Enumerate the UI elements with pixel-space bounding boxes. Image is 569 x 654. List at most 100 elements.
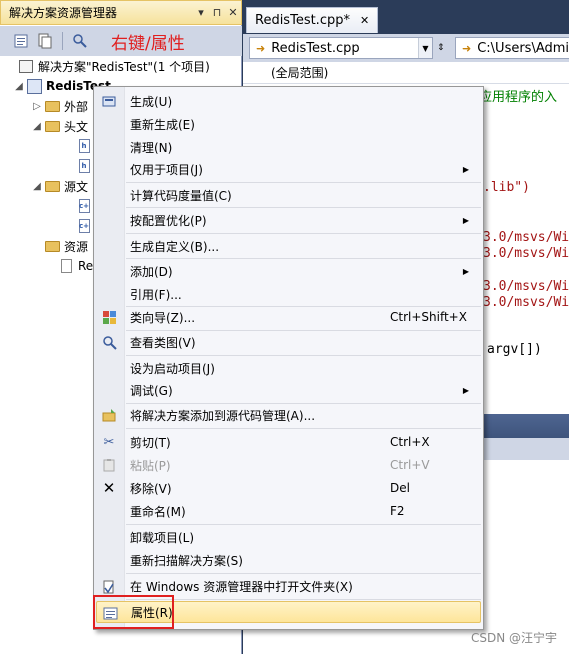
menu-item-paste[interactable]: 粘贴(P) Ctrl+V	[96, 454, 481, 476]
solution-label: 解决方案"RedisTest"(1 个项目)	[38, 59, 210, 74]
menu-item-label: 调试(G)	[130, 383, 173, 398]
menu-item-label: 仅用于项目(J)	[130, 162, 203, 177]
menu-item-add[interactable]: 添加(D) ▶	[96, 260, 481, 282]
tree-external-deps[interactable]: ▷ 外部	[30, 96, 88, 116]
scope-label: (全局范围)	[271, 66, 329, 80]
properties-toolbar-icon[interactable]	[12, 32, 30, 50]
code-line: 3.0/msvs/Win3	[483, 246, 569, 261]
tab-redistest-cpp[interactable]: RedisTest.cpp* ✕	[246, 7, 379, 33]
collapse-arrow-icon[interactable]: ▷	[30, 101, 44, 112]
menu-item-rename[interactable]: 重命名(M) F2	[96, 500, 481, 522]
menu-item-pgo[interactable]: 按配置优化(P) ▶	[96, 209, 481, 231]
class-view-icon[interactable]	[71, 32, 89, 50]
menu-separator	[126, 182, 481, 183]
source-control-icon	[101, 407, 117, 423]
tree-item-label: 头文	[64, 119, 89, 134]
editor-tab-strip: RedisTest.cpp* ✕	[243, 0, 569, 34]
menu-separator	[126, 233, 481, 234]
tree-resource-files[interactable]: 资源	[44, 236, 88, 256]
code-line: .lib")	[483, 180, 530, 195]
menu-item-build[interactable]: 生成(U)	[96, 90, 481, 112]
menu-item-unload-project[interactable]: 卸载项目(L)	[96, 526, 481, 548]
menu-item-remove[interactable]: ✕ 移除(V) Del	[96, 477, 481, 499]
menu-separator	[126, 573, 481, 574]
menu-separator	[126, 207, 481, 208]
submenu-arrow-icon: ▶	[462, 164, 469, 174]
expand-arrow-icon[interactable]: ◢	[30, 121, 44, 132]
remove-icon: ✕	[102, 479, 116, 497]
cpp-file-icon: c+	[76, 198, 92, 214]
menu-item-rescan-solution[interactable]: 重新扫描解决方案(S)	[96, 549, 481, 571]
menu-separator	[126, 599, 481, 600]
menu-item-debug[interactable]: 调试(G) ▶	[96, 379, 481, 401]
arrow-right-icon: ➜	[462, 41, 472, 55]
menu-item-label: 类向导(Z)...	[130, 310, 196, 325]
tree-source-files[interactable]: ◢ 源文	[30, 176, 88, 196]
menu-item-shortcut: Del	[390, 481, 410, 495]
chevron-down-icon[interactable]: ▼	[418, 38, 432, 58]
folder-icon	[44, 178, 60, 194]
menu-item-label: 重新生成(E)	[130, 117, 195, 132]
menu-separator	[126, 355, 481, 356]
header-file-icon: h	[76, 158, 92, 174]
tree-item-label: 源文	[64, 179, 89, 194]
solution-explorer-toolbar: 右键/属性	[0, 26, 242, 56]
menu-item-label: 卸载项目(L)	[130, 530, 195, 545]
scope-bar[interactable]: (全局范围)	[243, 62, 569, 84]
menu-item-label: 设为启动项目(J)	[130, 361, 215, 376]
tree-readme-file[interactable]: Re	[58, 256, 93, 276]
menu-item-label: 添加(D)	[130, 264, 173, 279]
menu-item-references[interactable]: 引用(F)...	[96, 283, 481, 305]
menu-item-shortcut: Ctrl+Shift+X	[390, 310, 467, 324]
tab-label: RedisTest.cpp*	[255, 13, 350, 28]
submenu-arrow-icon: ▶	[462, 266, 469, 276]
path-combo[interactable]: ➜ C:\Users\Admin	[455, 37, 569, 59]
menu-item-label: 剪切(T)	[130, 435, 171, 450]
menu-item-class-wizard[interactable]: 类向导(Z)... Ctrl+Shift+X	[96, 306, 481, 328]
expand-arrow-icon[interactable]: ◢	[30, 181, 44, 192]
tree-solution-node[interactable]: 解决方案"RedisTest"(1 个项目)	[18, 56, 210, 76]
menu-item-label: 将解决方案添加到源代码管理(A)...	[130, 408, 316, 423]
menu-item-clean[interactable]: 清理(N)	[96, 136, 481, 158]
menu-separator	[126, 258, 481, 259]
class-diagram-icon	[101, 334, 117, 350]
path-combo-value: C:\Users\Admin	[477, 40, 569, 56]
arrow-right-icon: ➜	[256, 41, 266, 55]
tree-item-label: 外部	[64, 99, 89, 114]
dropdown-icon[interactable]: ▾	[193, 6, 209, 19]
menu-item-label: 重新扫描解决方案(S)	[130, 553, 243, 568]
menu-item-shortcut: Ctrl+X	[390, 435, 430, 449]
folder-icon	[44, 118, 60, 134]
menu-separator	[126, 524, 481, 525]
menu-item-rebuild[interactable]: 重新生成(E)	[96, 113, 481, 135]
menu-item-project-only[interactable]: 仅用于项目(J) ▶	[96, 158, 481, 180]
submenu-arrow-icon: ▶	[462, 215, 469, 225]
annotation-text: 右键/属性	[111, 33, 185, 54]
paste-icon	[101, 457, 117, 473]
tree-header-files[interactable]: ◢ 头文	[30, 116, 88, 136]
show-all-files-icon[interactable]	[36, 32, 54, 50]
menu-item-build-customizations[interactable]: 生成自定义(B)...	[96, 235, 481, 257]
close-icon[interactable]: ✕	[225, 6, 241, 19]
menu-item-code-metrics[interactable]: 计算代码度量值(C)	[96, 184, 481, 206]
split-button[interactable]: ⇕	[437, 37, 451, 59]
expand-arrow-icon[interactable]: ◢	[12, 81, 26, 92]
solution-icon	[18, 58, 34, 74]
menu-item-set-startup[interactable]: 设为启动项目(J)	[96, 357, 481, 379]
tab-close-icon[interactable]: ✕	[360, 14, 369, 27]
menu-item-label: 粘贴(P)	[130, 458, 171, 473]
menu-item-label: 查看类图(V)	[130, 335, 196, 350]
cut-icon: ✂	[103, 434, 115, 450]
menu-item-label: 生成(U)	[130, 94, 173, 109]
menu-item-view-class-diagram[interactable]: 查看类图(V)	[96, 331, 481, 353]
file-combo[interactable]: ➜ RedisTest.cpp ▼	[249, 37, 433, 59]
menu-item-cut[interactable]: ✂ 剪切(T) Ctrl+X	[96, 431, 481, 453]
menu-item-label: 生成自定义(B)...	[130, 239, 220, 254]
menu-item-open-in-explorer[interactable]: 在 Windows 资源管理器中打开文件夹(X)	[96, 575, 481, 597]
code-line: 3.0/msvs/Win3	[483, 230, 569, 245]
folder-icon	[44, 98, 60, 114]
menu-item-add-to-source-control[interactable]: 将解决方案添加到源代码管理(A)...	[96, 404, 481, 426]
submenu-arrow-icon: ▶	[462, 385, 469, 395]
project-icon	[26, 78, 42, 94]
pin-icon[interactable]: ⊓	[209, 6, 225, 19]
